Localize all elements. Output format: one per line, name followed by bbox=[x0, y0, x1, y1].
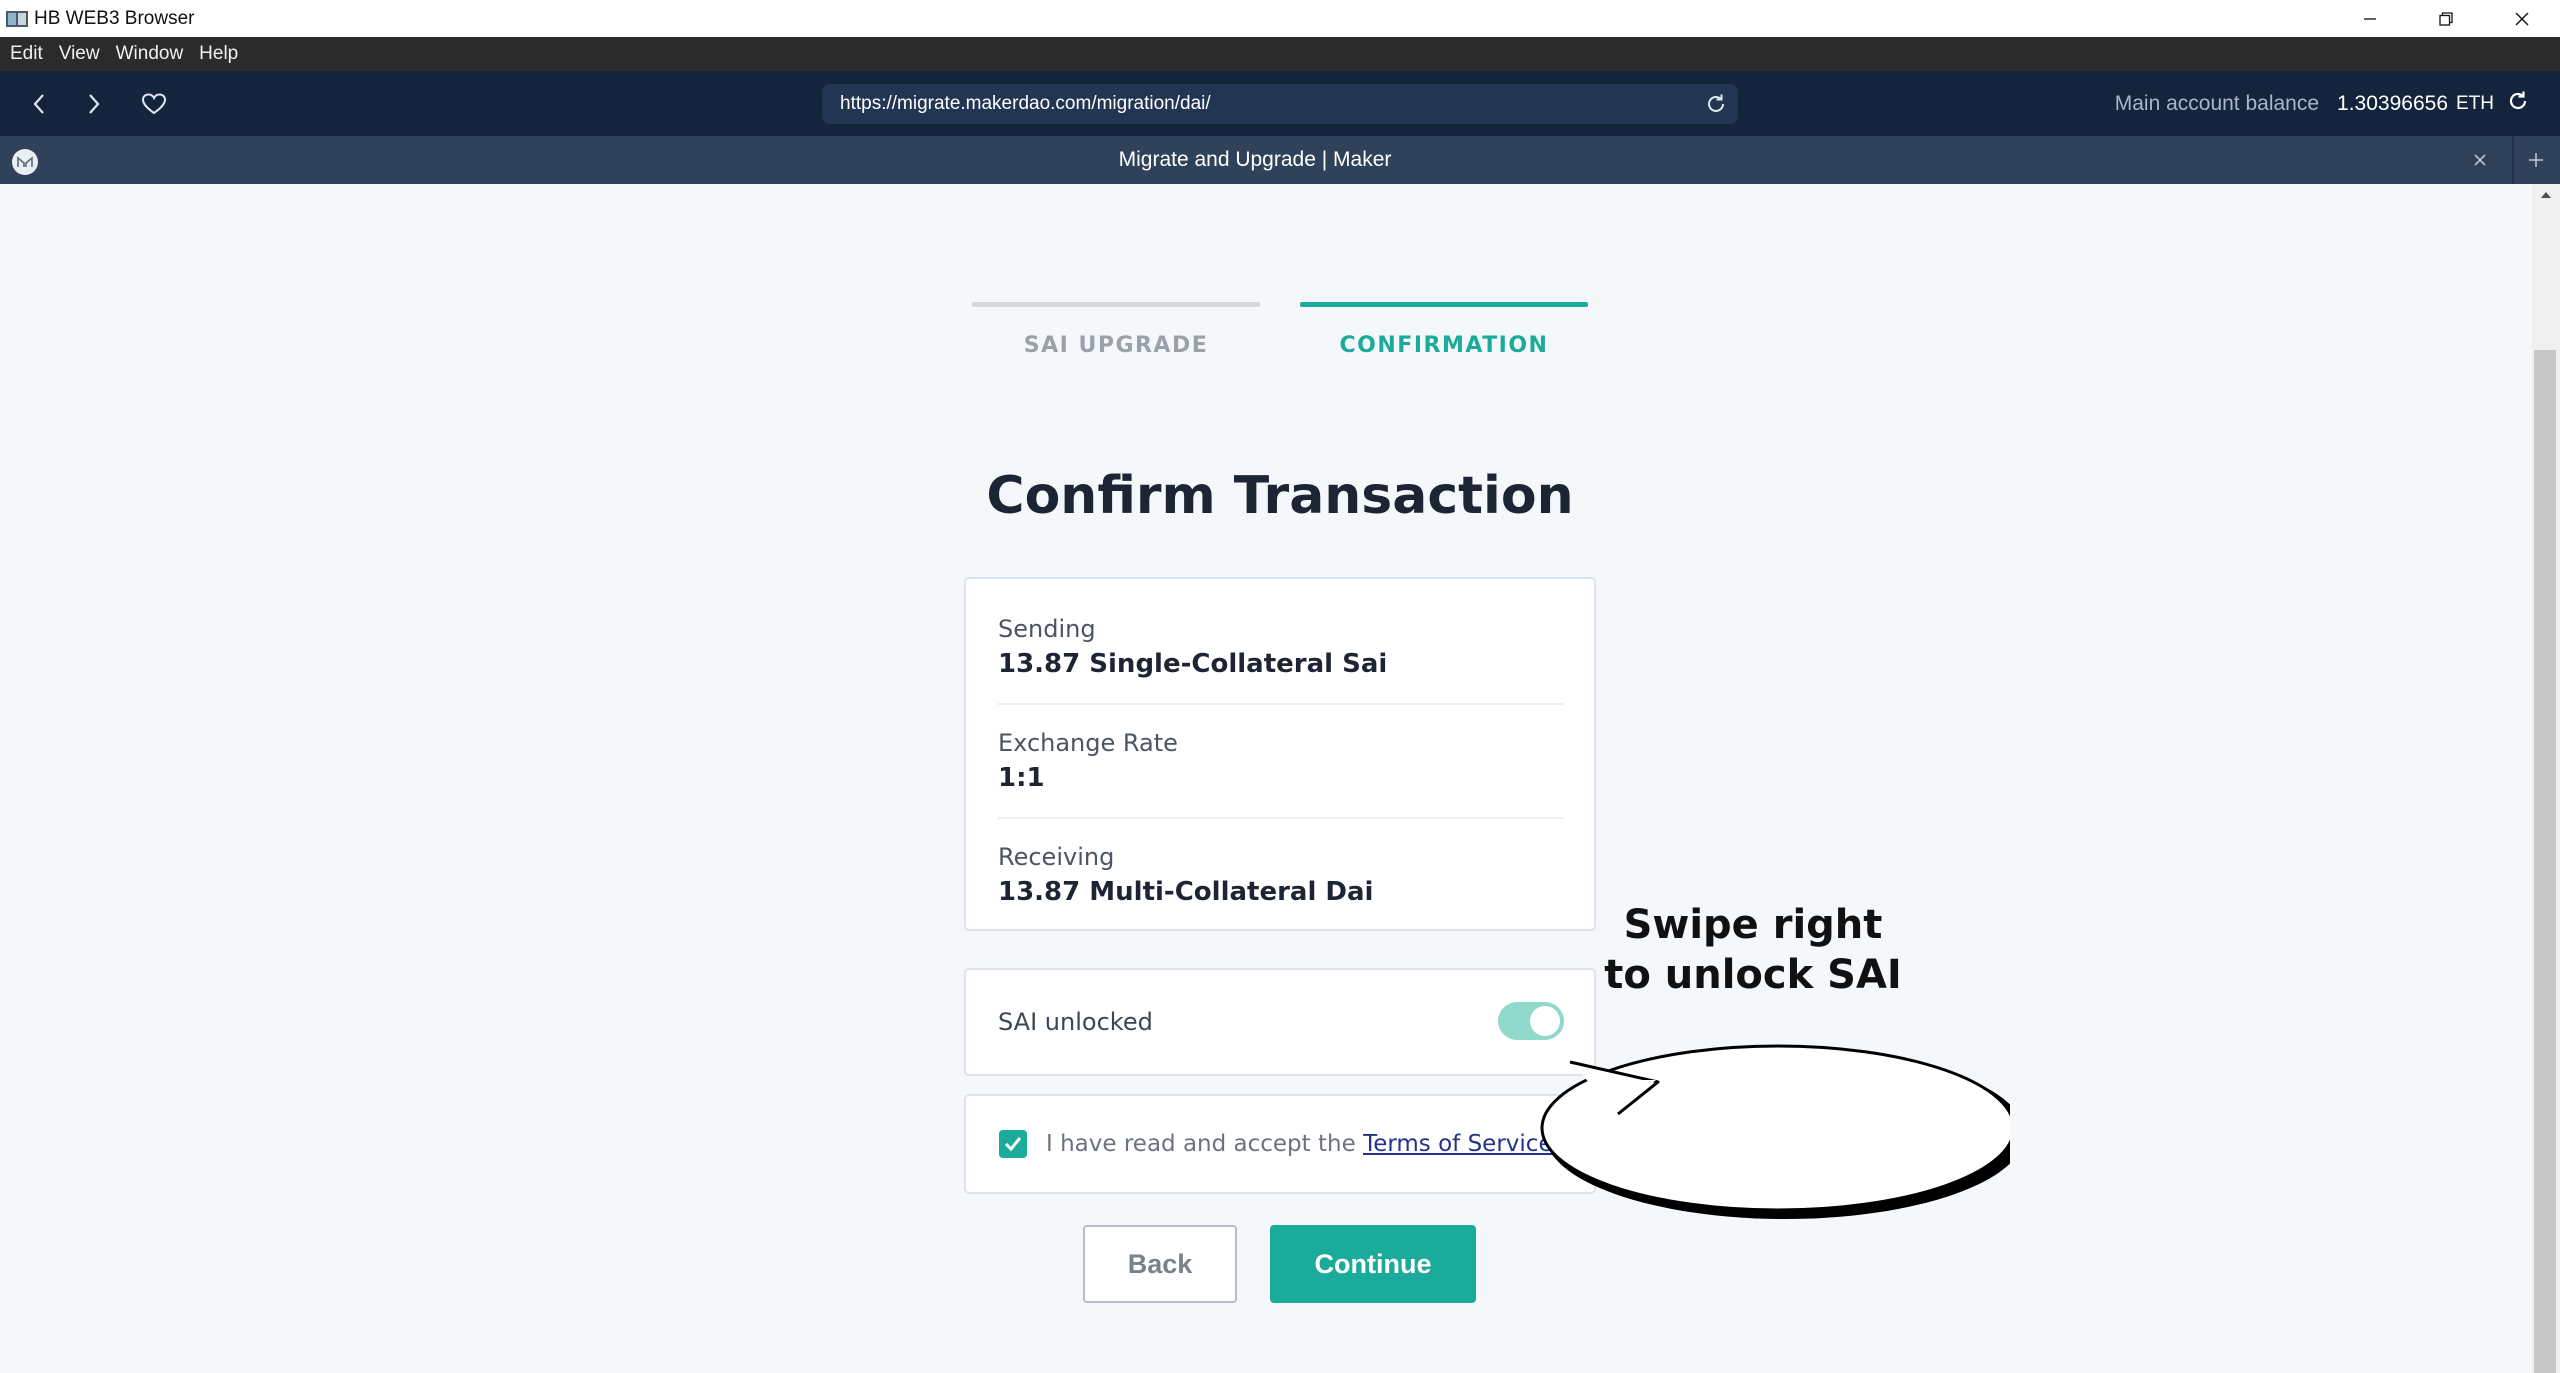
address-bar[interactable]: https://migrate.makerdao.com/migration/d… bbox=[822, 84, 1738, 124]
summary-label: Receiving bbox=[998, 843, 1115, 871]
terms-prefix: I have read and accept the bbox=[1046, 1131, 1356, 1157]
callout-line-2: to unlock SAI bbox=[1604, 952, 1902, 998]
reload-button[interactable] bbox=[1704, 92, 1728, 116]
minimize-icon bbox=[2364, 17, 2376, 20]
summary-label: Exchange Rate bbox=[998, 729, 1178, 757]
close-icon bbox=[2515, 12, 2529, 25]
app-icon bbox=[4, 8, 30, 30]
tab-close-button[interactable] bbox=[2468, 148, 2492, 172]
chevron-right-icon bbox=[89, 94, 100, 114]
speech-bubble-callout bbox=[1540, 1044, 2010, 1219]
summary-value: 1:1 bbox=[998, 763, 1045, 793]
back-button[interactable]: Back bbox=[1083, 1225, 1237, 1303]
back-nav-button[interactable] bbox=[22, 87, 56, 121]
app-title: HB WEB3 Browser bbox=[34, 7, 195, 29]
title-bar: HB WEB3 Browser bbox=[0, 0, 2560, 37]
step-sai-upgrade: SAI UPGRADE bbox=[972, 302, 1260, 358]
close-window-button[interactable] bbox=[2484, 0, 2560, 37]
summary-row-exchange-rate: Exchange Rate 1:1 bbox=[998, 729, 1564, 793]
terms-text: I have read and accept the Terms of Serv… bbox=[1046, 1131, 1560, 1157]
vertical-scrollbar[interactable] bbox=[2532, 184, 2560, 1373]
balance-value: 1.30396656 bbox=[2337, 91, 2448, 115]
chevron-left-icon bbox=[33, 94, 44, 114]
restore-button[interactable] bbox=[2408, 0, 2484, 37]
step-label: SAI UPGRADE bbox=[1023, 333, 1209, 358]
callout-line-1: Swipe right bbox=[1623, 902, 1883, 948]
step-label-active: CONFIRMATION bbox=[1339, 333, 1549, 358]
refresh-balance-button[interactable] bbox=[2506, 89, 2530, 118]
favorite-button[interactable] bbox=[137, 87, 171, 121]
step-bar-active bbox=[1300, 302, 1588, 307]
plus-icon bbox=[2529, 153, 2543, 167]
close-icon bbox=[2474, 154, 2486, 166]
refresh-icon bbox=[2509, 91, 2527, 110]
terms-card: I have read and accept the Terms of Serv… bbox=[964, 1094, 1596, 1194]
url-text[interactable]: https://migrate.makerdao.com/migration/d… bbox=[840, 93, 1211, 115]
page-content: SAI UPGRADE CONFIRMATION Confirm Transac… bbox=[0, 184, 2532, 1373]
restore-icon bbox=[2439, 11, 2453, 26]
step-bar bbox=[972, 302, 1260, 307]
summary-value: 13.87 Single-Collateral Sai bbox=[998, 649, 1388, 679]
sai-unlock-label: SAI unlocked bbox=[998, 1008, 1153, 1036]
menu-edit[interactable]: Edit bbox=[2, 43, 51, 65]
summary-value: 13.87 Multi-Collateral Dai bbox=[998, 877, 1374, 907]
reload-icon bbox=[1708, 94, 1724, 112]
callout-text: Swipe right to unlock SAI bbox=[1560, 900, 1946, 1000]
transaction-summary-card: Sending 13.87 Single-Collateral Sai Exch… bbox=[964, 577, 1596, 931]
menu-help[interactable]: Help bbox=[191, 43, 246, 65]
continue-button[interactable]: Continue bbox=[1270, 1225, 1476, 1303]
menu-window[interactable]: Window bbox=[108, 43, 192, 65]
heart-icon bbox=[141, 93, 167, 115]
scrollbar-thumb[interactable] bbox=[2534, 350, 2556, 1373]
balance-label: Main account balance bbox=[2114, 91, 2320, 115]
progress-steps: SAI UPGRADE CONFIRMATION bbox=[972, 302, 1588, 382]
tab-title[interactable]: Migrate and Upgrade | Maker bbox=[0, 136, 2510, 184]
menu-bar: Edit View Window Help bbox=[0, 37, 2560, 71]
minimize-button[interactable] bbox=[2332, 0, 2408, 37]
sai-unlock-card: SAI unlocked bbox=[964, 968, 1596, 1076]
menu-view[interactable]: View bbox=[51, 43, 108, 65]
navigation-bar: https://migrate.makerdao.com/migration/d… bbox=[0, 71, 2560, 136]
step-confirmation: CONFIRMATION bbox=[1300, 302, 1588, 358]
tab-divider bbox=[2512, 136, 2514, 184]
balance-unit: ETH bbox=[2456, 92, 2494, 114]
terms-checkbox[interactable] bbox=[999, 1130, 1027, 1158]
summary-row-sending: Sending 13.87 Single-Collateral Sai bbox=[998, 615, 1564, 679]
divider bbox=[998, 817, 1564, 819]
forward-nav-button[interactable] bbox=[77, 87, 111, 121]
new-tab-button[interactable] bbox=[2522, 146, 2550, 174]
scroll-up-arrow-icon[interactable] bbox=[2532, 190, 2560, 206]
summary-row-receiving: Receiving 13.87 Multi-Collateral Dai bbox=[998, 843, 1564, 907]
page-title: Confirm Transaction bbox=[986, 466, 1574, 526]
divider bbox=[998, 703, 1564, 705]
summary-label: Sending bbox=[998, 615, 1096, 643]
checkmark-icon bbox=[1004, 1137, 1022, 1152]
account-balance: Main account balance 1.30396656 ETH bbox=[2115, 71, 2530, 136]
tab-bar: Migrate and Upgrade | Maker bbox=[0, 136, 2560, 184]
